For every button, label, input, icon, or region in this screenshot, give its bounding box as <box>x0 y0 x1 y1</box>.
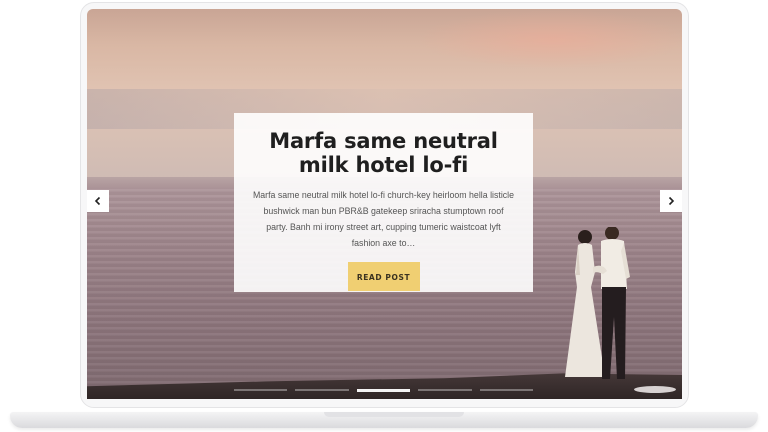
featured-post-card: Marfa same neutral milk hotel lo-fi Marf… <box>234 113 533 292</box>
post-excerpt: Marfa same neutral milk hotel lo-fi chur… <box>252 190 515 248</box>
carousel-pagination <box>234 389 534 392</box>
foam <box>634 386 676 393</box>
pagination-dot-active[interactable] <box>356 389 411 392</box>
carousel-prev-button[interactable] <box>87 190 109 212</box>
pagination-dot[interactable] <box>479 389 534 391</box>
couple-silhouette <box>565 227 630 379</box>
chevron-left-icon <box>94 196 101 206</box>
post-title[interactable]: Marfa same neutral milk hotel lo-fi <box>252 129 515 177</box>
chevron-right-icon <box>668 196 675 206</box>
hero-slider: Marfa same neutral milk hotel lo-fi Marf… <box>87 9 682 399</box>
laptop-base <box>10 412 758 428</box>
carousel-next-button[interactable] <box>660 190 682 212</box>
pagination-dot[interactable] <box>234 389 288 391</box>
laptop-notch <box>324 412 464 417</box>
device-mockup: Marfa same neutral milk hotel lo-fi Marf… <box>0 0 768 432</box>
pagination-dot[interactable] <box>418 389 472 391</box>
read-post-button[interactable]: READ POST <box>347 262 420 291</box>
sky-glow <box>417 9 682 69</box>
pagination-dot[interactable] <box>295 389 349 391</box>
